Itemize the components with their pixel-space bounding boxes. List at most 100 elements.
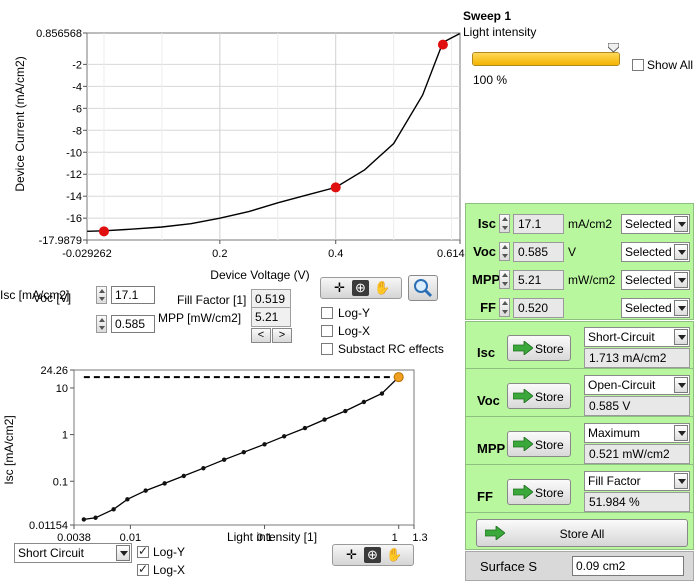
zoom-magnifier-button[interactable] (408, 275, 438, 301)
param-unit-0: mA/cm2 (568, 217, 613, 231)
top-logy-checkbox[interactable] (321, 307, 333, 319)
param-select-3[interactable]: Selected (621, 298, 690, 318)
store-result-1: 0.585 V (584, 396, 690, 416)
store-button-3[interactable]: Store (507, 479, 571, 505)
iv-y-tick-label: -6 (72, 103, 82, 115)
iv-marker-point (98, 226, 109, 237)
chevron-down-icon[interactable] (674, 272, 688, 288)
iv-curve-plot: 0.856568 -2 -4 -6 -8 -10 -12 -14 -16 -17.9879 -0.… (13, 28, 465, 282)
isc-data-point (162, 481, 167, 486)
store-mode-select-0[interactable]: Short-Circuit (584, 327, 690, 347)
voc-input[interactable]: 0.585 (111, 315, 155, 333)
isc-data-point (262, 442, 267, 447)
param-select-value-2: Selected (625, 273, 672, 287)
iv-y-tick-label: 0.856568 (36, 28, 82, 40)
store-mode-select-1[interactable]: Open-Circuit (584, 375, 690, 395)
prev-button[interactable]: < (251, 328, 271, 343)
chevron-down-icon[interactable] (674, 244, 688, 260)
iv-y-tick-label: -14 (66, 191, 82, 203)
isc-x-tick-label: 1.3 (412, 532, 427, 544)
store-mode-value-0: Short-Circuit (588, 330, 655, 344)
bottom-logx-checkbox[interactable] (137, 562, 149, 576)
iv-x-ticks: -0.029262 0.2 0.4 0.614502 (62, 240, 465, 260)
store-button-0[interactable]: Store (507, 335, 571, 361)
next-button[interactable]: > (272, 328, 292, 343)
chevron-down-icon[interactable] (674, 300, 688, 316)
chevron-down-icon[interactable] (674, 473, 688, 489)
chevron-down-icon[interactable] (674, 377, 688, 393)
show-all-label: Show All (647, 58, 694, 72)
param-select-0[interactable]: Selected (621, 214, 690, 234)
rc-effects-checkbox[interactable] (321, 343, 333, 355)
store-result-2: 0.521 mW/cm2 (584, 444, 690, 464)
param-spinner-2[interactable] (499, 270, 510, 289)
top-logx-checkbox[interactable] (321, 325, 333, 337)
isc-data-point (143, 488, 148, 493)
slider-thumb[interactable] (607, 42, 620, 53)
zoom-tool-icon[interactable]: ⊕ (352, 280, 369, 296)
param-label-1: Voc (473, 244, 496, 259)
param-select-1[interactable]: Selected (621, 242, 690, 262)
store-mode-select-2[interactable]: Maximum (584, 423, 690, 443)
isc-y-ticks: 24.26 10 1 0.1 0.01154 (29, 365, 74, 532)
param-select-2[interactable]: Selected (621, 270, 690, 290)
surface-row: Surface S 0.09 cm2 (465, 551, 694, 581)
isc-input[interactable]: 17.1 (111, 286, 155, 304)
param-spinner-0[interactable] (499, 214, 510, 233)
sweep-subtitle: Light intensity (463, 25, 537, 39)
store-row-label-2: MPP (477, 441, 506, 456)
zoom-tool-icon[interactable]: ⊕ (364, 547, 381, 563)
chevron-down-icon[interactable] (116, 545, 130, 561)
isc-data-point (241, 449, 246, 455)
store-button-1[interactable]: Store (507, 383, 571, 409)
pan-hand-icon[interactable]: ✋ (386, 547, 403, 563)
crosshair-icon[interactable]: ✛ (343, 547, 360, 563)
isc-spinner[interactable] (96, 286, 107, 304)
surface-input[interactable]: 0.09 cm2 (572, 556, 684, 576)
isc-data-point (322, 417, 327, 422)
iv-graph-palette[interactable]: ✛ ⊕ ✋ (320, 277, 402, 299)
store-mode-select-3[interactable]: Fill Factor (584, 471, 690, 491)
iv-marker-point (330, 182, 341, 193)
arrow-right-icon (513, 341, 533, 355)
store-button-label-1: Store (535, 390, 564, 404)
top-logx-label: Log-X (338, 324, 371, 338)
crosshair-icon[interactable]: ✛ (331, 280, 348, 296)
iv-y-tick-label: -12 (66, 169, 82, 181)
store-all-button[interactable]: Store All (476, 519, 688, 547)
mode-select[interactable]: Short Circuit (14, 543, 132, 563)
param-select-value-0: Selected (625, 217, 672, 231)
store-button-label-0: Store (535, 342, 564, 356)
voc-spinner[interactable] (96, 315, 107, 333)
chevron-down-icon[interactable] (674, 216, 688, 232)
param-unit-2: mW/cm2 (568, 273, 616, 287)
param-label-0: Isc (477, 216, 496, 231)
bottom-logy-checkbox[interactable] (137, 544, 149, 558)
sweep-slider[interactable] (472, 52, 620, 66)
store-result-0: 1.713 mA/cm2 (584, 348, 690, 368)
sweep-title: Sweep 1 (463, 9, 512, 23)
isc-data-point (181, 473, 186, 479)
iv-y-tick-label: -17.9879 (39, 235, 82, 247)
store-mode-value-1: Open-Circuit (588, 378, 656, 392)
pan-hand-icon[interactable]: ✋ (374, 280, 391, 296)
chevron-down-icon[interactable] (674, 425, 688, 441)
iv-y-ticks: 0.856568 -2 -4 -6 -8 -10 -12 -14 -16 -17.9879 (36, 28, 87, 247)
iv-marker-point (437, 39, 448, 50)
param-spinner-1[interactable] (499, 242, 510, 261)
iv-y-tick-label: -16 (66, 213, 82, 225)
param-select-value-3: Selected (625, 301, 672, 315)
mode-select-value: Short Circuit (18, 546, 85, 560)
param-value-0: 17.1 (513, 214, 564, 234)
bottom-logy-label: Log-Y (153, 545, 186, 559)
sweep-value: 100 % (473, 73, 508, 87)
store-button-2[interactable]: Store (507, 431, 571, 457)
chevron-down-icon[interactable] (674, 329, 688, 345)
iv-x-tick-label: 0.4 (328, 248, 343, 260)
arrow-right-icon (513, 437, 533, 451)
isc-data-point (201, 466, 206, 471)
show-all-checkbox[interactable] (632, 59, 644, 71)
param-spinner-3[interactable] (499, 298, 510, 317)
isc-graph-palette[interactable]: ✛ ⊕ ✋ (332, 544, 414, 566)
param-value-1: 0.585 (513, 242, 564, 262)
